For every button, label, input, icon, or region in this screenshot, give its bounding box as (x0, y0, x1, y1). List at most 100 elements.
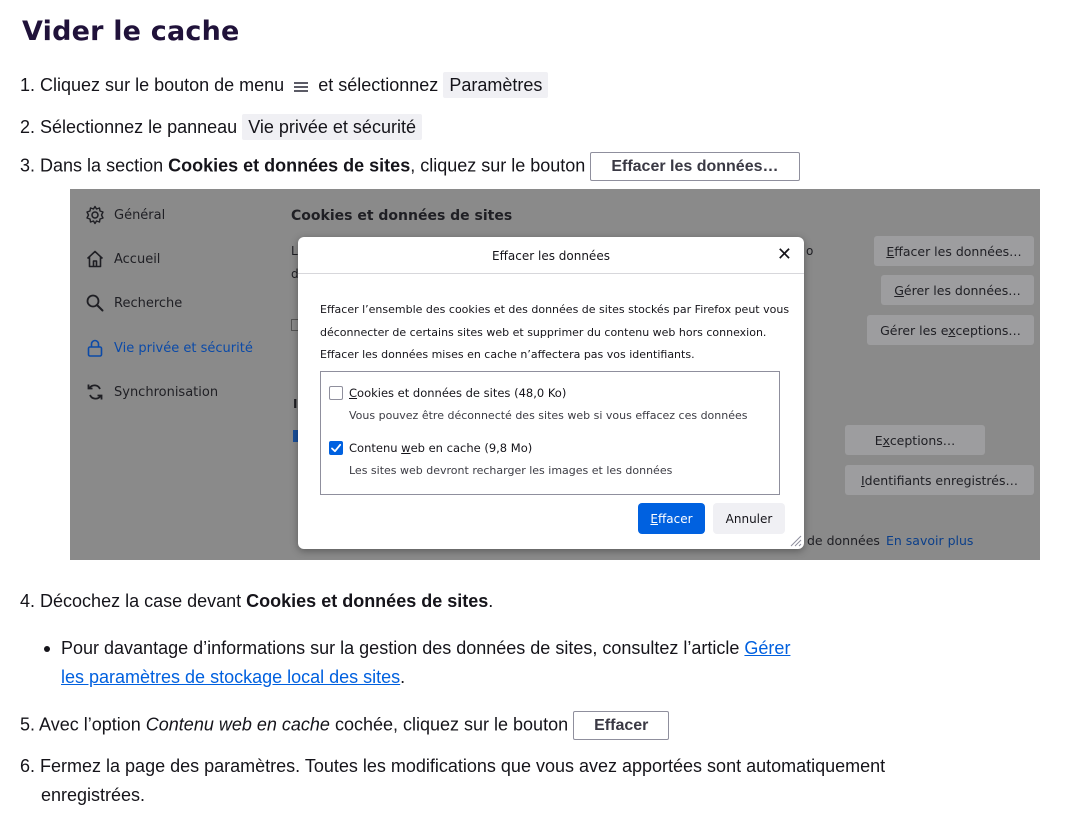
step-text: Dans la section (40, 155, 164, 176)
step-number: 4. (20, 591, 36, 611)
option-label: eb en cache (9,8 Mo) (410, 441, 533, 455)
dialog-description: Effacer l’ensemble des cookies et des do… (320, 299, 790, 367)
nav-item-home: Accueil (84, 246, 160, 272)
option-description: Vous pouvez être déconnecté des sites we… (349, 409, 748, 422)
access-key: E (650, 511, 659, 526)
step-bold: Cookies et données de sites (246, 591, 489, 611)
options-group: Cookies et données de sites (48,0 Ko) Vo… (320, 371, 780, 495)
step-text: Fermez la page des paramètres. Toutes le… (40, 756, 886, 776)
description-line: déconnecter de certains sites web et sup… (320, 325, 767, 339)
step-number: 1. (20, 75, 36, 95)
clear-data-button-label: Effacer les données… (590, 152, 800, 181)
page-title: Vider le cache (22, 16, 240, 47)
manage-exceptions-button[interactable]: Gérer les exceptions… (867, 315, 1034, 345)
resize-grip-icon[interactable] (788, 533, 802, 547)
button-label: ffacer les données… (894, 243, 1022, 259)
checkmark-icon (331, 443, 342, 453)
close-icon[interactable]: ✕ (777, 245, 792, 265)
learn-more-link[interactable]: En savoir plus (886, 533, 973, 548)
manage-data-button[interactable]: Gérer les données… (881, 275, 1034, 305)
gear-icon (84, 204, 106, 226)
section-heading: Cookies et données de sites (291, 208, 513, 224)
saved-logins-button[interactable]: Identifiants enregistrés… (845, 465, 1034, 495)
step-number: 3. (20, 155, 36, 176)
menu-icon (293, 80, 309, 92)
step-text: et sélectionnez (318, 75, 439, 95)
bullet-dot (44, 646, 50, 652)
description-line: Effacer l’ensemble des cookies et des do… (320, 303, 790, 316)
button-label: ceptions… (889, 432, 956, 448)
nav-item-search: Recherche (84, 290, 182, 316)
step-number: 6. (20, 756, 36, 776)
exceptions-button[interactable]: Exceptions… (845, 425, 985, 455)
cookies-checkbox[interactable] (329, 386, 343, 400)
step-1: 1. Cliquez sur le bouton de menu et séle… (20, 72, 549, 98)
ui-label-privacy: Vie privée et sécurité (242, 114, 422, 140)
step-text: Cliquez sur le bouton de menu (40, 75, 285, 95)
button-label: ceptions… (955, 322, 1021, 338)
clear-button-label: Effacer (573, 711, 670, 740)
option-description: Les sites web devront recharger les imag… (349, 464, 673, 477)
step-text: Avec l’option (39, 714, 141, 735)
sync-icon (84, 381, 106, 403)
article-link[interactable]: Gérer (744, 638, 790, 658)
step-text: cochée, cliquez sur le bouton (334, 714, 569, 735)
nav-label: Général (114, 207, 166, 223)
access-key: G (894, 282, 904, 298)
footer-text: de données (807, 533, 880, 548)
button-label: E (874, 432, 883, 448)
cancel-button[interactable]: Annuler (713, 503, 785, 534)
step-5: 5. Avec l’option Contenu web en cache co… (20, 711, 670, 740)
button-label: ffacer (658, 511, 693, 526)
option-label: Contenu (349, 441, 402, 455)
dialog-title: Effacer les données (492, 249, 610, 263)
step-italic: Contenu web en cache (145, 714, 330, 735)
step-6: 6. Fermez la page des paramètres. Toutes… (20, 752, 885, 810)
article-link[interactable]: les paramètres de stockage local des sit… (61, 667, 400, 687)
description-line: Effacer les données mises en cache n’aff… (320, 348, 695, 361)
step-text: Sélectionnez le panneau (40, 117, 238, 137)
step-text: , cliquez sur le bouton (410, 155, 586, 176)
info-bullet: Pour davantage d’informations sur la ges… (44, 634, 904, 692)
nav-label: Accueil (114, 251, 161, 267)
bullet-text: Pour davantage d’informations sur la ges… (61, 638, 740, 658)
access-key: x (882, 432, 890, 448)
settings-screenshot: Général Accueil Recherche Vie privée et … (70, 189, 1040, 560)
step-4: 4. Décochez la case devant Cookies et do… (20, 588, 493, 614)
obscured-text: I (293, 397, 298, 411)
bullet-text: . (400, 667, 406, 687)
step-bold: Cookies et données de sites (168, 155, 411, 176)
button-label: Gérer les e (880, 322, 949, 338)
button-label: érer les données… (903, 282, 1021, 298)
access-key: w (401, 441, 411, 455)
step-2: 2. Sélectionnez le panneau Vie privée et… (20, 114, 422, 140)
obscured-text: o (806, 244, 814, 258)
step-number: 2. (20, 117, 36, 137)
nav-item-general: Général (84, 202, 165, 228)
nav-item-sync: Synchronisation (84, 379, 218, 405)
cache-option[interactable]: Contenu web en cache (9,8 Mo) (329, 441, 532, 455)
nav-label: Recherche (114, 295, 183, 311)
ui-label-parametres: Paramètres (443, 72, 549, 98)
nav-item-privacy: Vie privée et sécurité (84, 335, 253, 361)
option-label: ookies et données de sites (48,0 Ko) (357, 386, 567, 400)
clear-data-dialog: Effacer les données ✕ Effacer l’ensemble… (298, 237, 804, 549)
lock-icon (84, 337, 106, 359)
cache-checkbox[interactable] (329, 441, 343, 455)
step-3: 3. Dans la section Cookies et données de… (20, 152, 800, 181)
clear-button[interactable]: Effacer (638, 503, 705, 534)
cookies-option[interactable]: Cookies et données de sites (48,0 Ko) (329, 386, 566, 400)
obscured-text: L (291, 244, 298, 258)
clear-data-button[interactable]: Effacer les données… (874, 236, 1034, 266)
access-key: C (349, 386, 358, 400)
step-number: 5. (20, 714, 36, 735)
step-text: Décochez la case devant (40, 591, 242, 611)
step-text: . (488, 591, 494, 611)
home-icon (84, 248, 106, 270)
nav-label: Synchronisation (114, 384, 219, 400)
divider (298, 273, 804, 274)
button-label: dentifiants enregistrés… (864, 472, 1018, 488)
nav-label: Vie privée et sécurité (114, 340, 253, 356)
step-text: enregistrées. (41, 785, 146, 805)
search-icon (84, 292, 106, 314)
